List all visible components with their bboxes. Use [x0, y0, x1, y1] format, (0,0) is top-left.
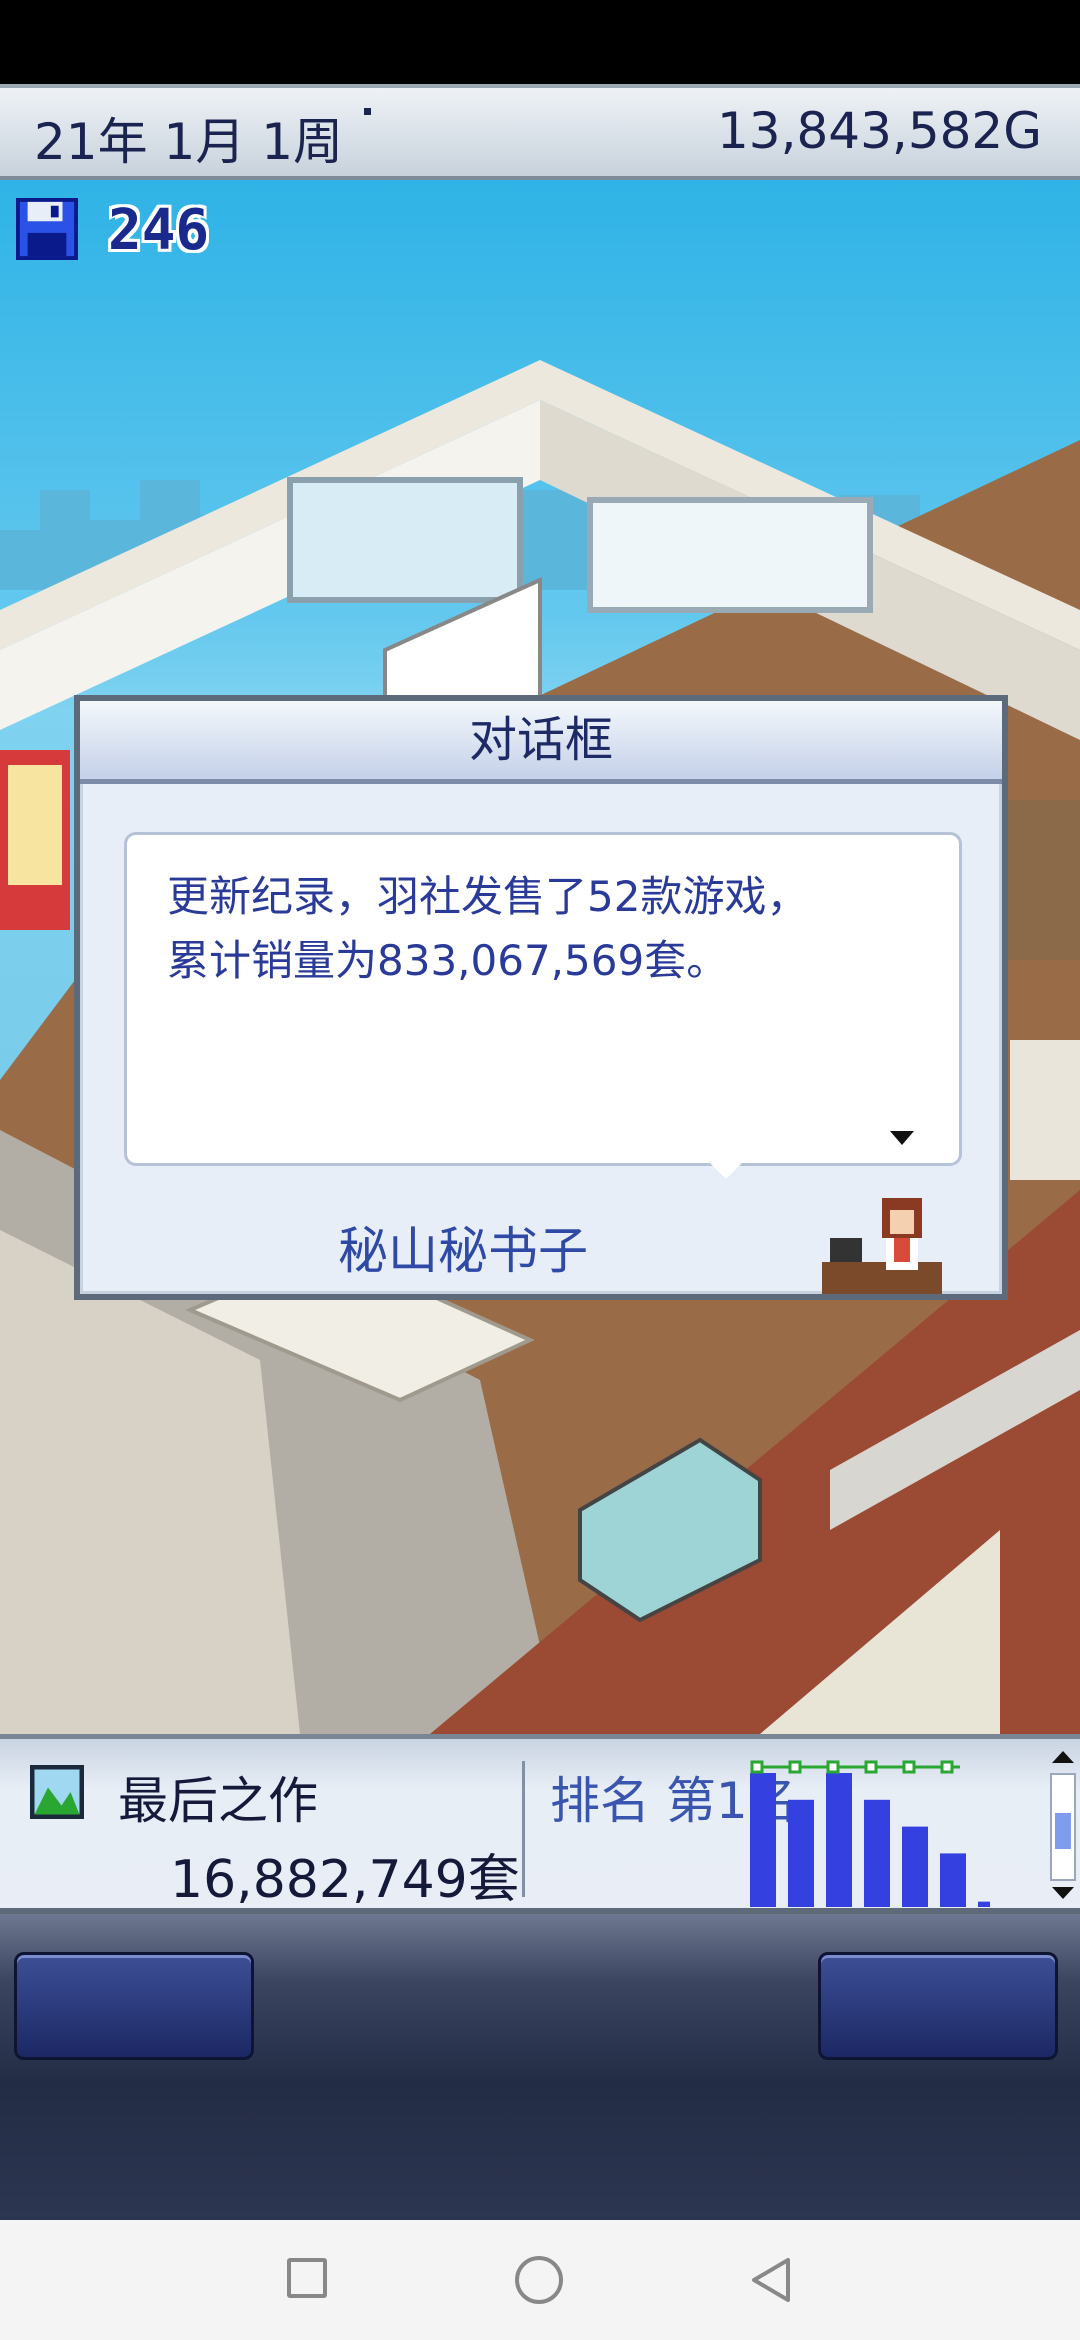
rank-bar: [826, 1773, 852, 1907]
speech-tail: [710, 1163, 742, 1179]
dialog-message-line2: 累计销量为833,067,569套。: [167, 936, 729, 985]
control-area: [0, 1914, 1080, 2220]
home-icon[interactable]: [515, 2256, 563, 2304]
rank-marker: [864, 1760, 878, 1774]
status-bar: [0, 0, 1080, 84]
dialog-box[interactable]: 对话框 更新纪录，羽社发售了52款游戏， 累计销量为833,067,569套。 …: [74, 695, 1008, 1300]
dialog-message-line1: 更新纪录，羽社发售了52款游戏，: [167, 872, 809, 921]
rank-bar: [978, 1901, 990, 1907]
rank-marker: [750, 1760, 764, 1774]
last-work-sales: 16,882,749套: [170, 1850, 520, 1910]
rank-bar-chart: [750, 1760, 990, 1907]
android-nav-bar: [0, 2220, 1080, 2340]
dialog-message: 更新纪录，羽社发售了52款游戏， 累计销量为833,067,569套。: [124, 832, 962, 1166]
speaker-name: 秘山秘书子: [338, 1222, 588, 1280]
rank-marker: [940, 1760, 954, 1774]
rank-marker: [902, 1760, 916, 1774]
info-panel[interactable]: 最后之作 16,882,749套 排名 第1名: [0, 1734, 1080, 1914]
rank-bar: [750, 1773, 776, 1907]
continue-arrow-icon[interactable]: [890, 1131, 914, 1145]
panel-divider: [522, 1761, 525, 1897]
scrollbar-thumb[interactable]: [1055, 1813, 1071, 1849]
rank-marker: [826, 1760, 840, 1774]
office-scene[interactable]: 246 对话框 更新纪录，羽社发售了52款游戏， 累计销量为833,067,56…: [0, 180, 1080, 1734]
right-menu-button[interactable]: [818, 1952, 1058, 2060]
last-work-label: 最后之作: [118, 1772, 318, 1830]
date-indicator-dot: [364, 108, 371, 115]
recent-apps-icon[interactable]: [287, 2258, 327, 2298]
rank-bar: [940, 1853, 966, 1907]
game-cartridge-icon: [30, 1765, 84, 1819]
scroll-up-arrow-icon[interactable]: [1052, 1751, 1074, 1763]
money-counter: 13,843,582G: [716, 102, 1042, 160]
rank-bar: [788, 1799, 814, 1907]
scrollbar[interactable]: [1050, 1773, 1076, 1881]
back-icon[interactable]: [748, 2256, 794, 2304]
secretary-avatar-icon: [822, 1198, 942, 1294]
dialog-title: 对话框: [80, 701, 1002, 784]
left-menu-button[interactable]: [14, 1952, 254, 2060]
rank-bar: [902, 1826, 928, 1907]
top-info-bar: 21年 1月 1周 13,843,582G: [0, 84, 1080, 180]
game-date: 21年 1月 1周: [34, 113, 344, 171]
scroll-down-arrow-icon[interactable]: [1052, 1887, 1074, 1899]
rank-bar: [864, 1799, 890, 1907]
rank-marker: [788, 1760, 802, 1774]
